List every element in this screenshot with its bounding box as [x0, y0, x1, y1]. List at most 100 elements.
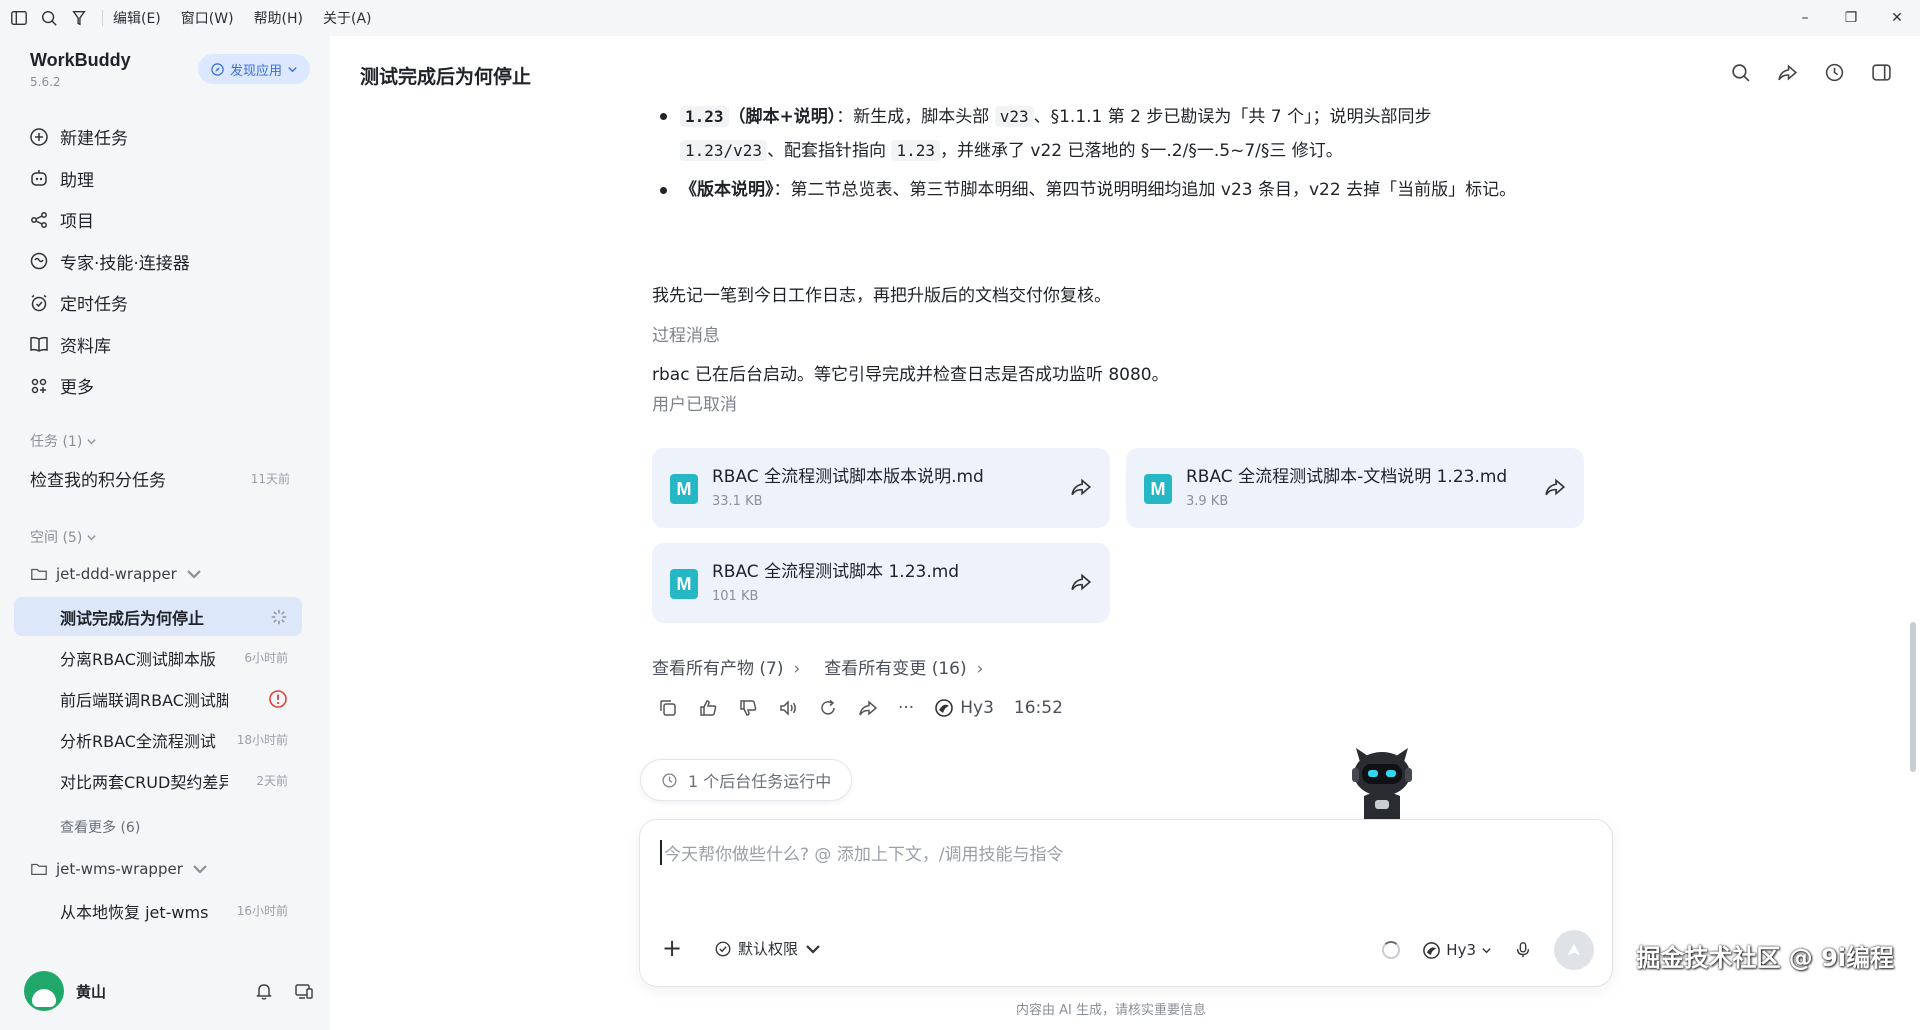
send-button[interactable]	[1554, 930, 1594, 970]
conversation-item[interactable]: 分析RBAC全流程测试 18小时前	[14, 720, 302, 759]
user-actions	[254, 981, 314, 1001]
user-name: 黄山	[76, 982, 107, 1001]
conversation-time: 18小时前	[236, 733, 288, 747]
message-composer: 今天帮你做些什么? @ 添加上下文，/调用技能与指令 + 默认权限 Hy3	[639, 819, 1613, 987]
conversation-item[interactable]: 对比两套CRUD契约差异 2天前	[14, 761, 302, 800]
share-icon[interactable]	[858, 698, 878, 718]
history-icon[interactable]	[1824, 62, 1845, 83]
view-changes-link[interactable]: 查看所有变更 (16) ›	[824, 654, 983, 679]
tasks-section-header[interactable]: 任务 (1)	[30, 431, 97, 451]
model-logo-icon	[1423, 941, 1441, 959]
robot-mascot-icon[interactable]	[1342, 744, 1422, 820]
microphone-icon[interactable]	[1514, 940, 1532, 960]
menu-window[interactable]: 窗口(W)	[181, 8, 234, 28]
avatar[interactable]	[24, 971, 64, 1011]
discover-apps-button[interactable]: 发现应用	[198, 54, 311, 84]
conversation-item[interactable]: 分离RBAC测试脚本版 6小时前	[14, 638, 302, 677]
ai-disclaimer: 内容由 AI 生成，请核实重要信息	[1016, 1003, 1206, 1018]
cancelled-label: 用户已取消	[652, 395, 737, 415]
process-label[interactable]: 过程消息	[652, 321, 720, 346]
close-button[interactable]: ✕	[1874, 0, 1920, 36]
composer-input[interactable]: 今天帮你做些什么? @ 添加上下文，/调用技能与指令	[660, 840, 1064, 865]
nav-projects[interactable]: 项目	[0, 199, 330, 241]
add-attachment-button[interactable]: +	[662, 934, 682, 962]
nav-label: 助理	[60, 170, 94, 191]
model-name: Hy3	[960, 698, 994, 718]
user-area: 黄山	[24, 966, 314, 1016]
folder-icon	[31, 568, 47, 581]
share-icon[interactable]	[1070, 571, 1092, 593]
conversation-item-active[interactable]: 测试完成后为何停止	[14, 597, 302, 636]
file-card[interactable]: M RBAC 全流程测试脚本-文档说明 1.23.md 3.9 KB	[1126, 448, 1584, 528]
file-card[interactable]: M RBAC 全流程测试脚本版本说明.md 33.1 KB	[652, 448, 1110, 528]
bold-text: （脚本+说明）	[728, 107, 837, 127]
sidebar-toggle-icon[interactable]	[8, 7, 30, 29]
menu-separator	[102, 10, 103, 26]
nav-new-task[interactable]: 新建任务	[0, 116, 330, 158]
folder-icon	[31, 863, 47, 876]
message-actions: ··· Hy3 16:52	[658, 698, 1063, 718]
conversation-time: 6小时前	[244, 651, 288, 665]
file-name: RBAC 全流程测试脚本版本说明.md	[712, 467, 984, 487]
menu-about[interactable]: 关于(A)	[323, 8, 372, 28]
nav-label: 资料库	[60, 336, 111, 357]
conversation-title: 对比两套CRUD契约差异	[60, 772, 228, 792]
top-actions	[1730, 62, 1892, 83]
nav-scheduled-tasks[interactable]: 定时任务	[0, 282, 330, 324]
app-version: 5.6.2	[30, 75, 61, 89]
refresh-icon[interactable]	[818, 698, 838, 718]
share-icon[interactable]	[1777, 62, 1798, 83]
file-card[interactable]: M RBAC 全流程测试脚本 1.23.md 101 KB	[652, 543, 1110, 623]
bullet-text: ：第二节总览表、第三节脚本明细、第四节说明明细均追加 v23 条目，v22 去掉…	[773, 180, 1517, 200]
nav-library[interactable]: 资料库	[0, 324, 330, 366]
model-logo-icon	[935, 699, 954, 717]
app-name: WorkBuddy	[30, 50, 131, 70]
conversation-title: 分离RBAC测试脚本版	[60, 649, 216, 669]
filter-icon[interactable]	[68, 7, 90, 29]
conversation-item[interactable]: 前后端联调RBAC测试脚本	[14, 679, 302, 718]
nav-more[interactable]: 更多	[0, 365, 330, 407]
space-folder-jet-wms-wrapper[interactable]: jet-wms-wrapper	[30, 860, 209, 878]
search-icon[interactable]	[1730, 62, 1751, 83]
share-icon[interactable]	[1070, 476, 1092, 498]
book-icon	[28, 333, 50, 355]
view-artifacts-link[interactable]: 查看所有产物 (7) ›	[652, 654, 800, 679]
nav-assistant[interactable]: 助理	[0, 158, 330, 200]
panel-toggle-icon[interactable]	[1871, 62, 1892, 83]
thumbs-up-icon[interactable]	[698, 698, 718, 718]
minimize-button[interactable]: –	[1782, 0, 1828, 36]
markdown-file-icon: M	[1144, 474, 1172, 504]
conversation-time: 2天前	[256, 774, 288, 788]
background-task-label: 1 个后台任务运行中	[688, 772, 832, 791]
thumbs-down-icon[interactable]	[738, 698, 758, 718]
scrollbar[interactable]	[1910, 132, 1916, 792]
conversation-item[interactable]: 从本地恢复 jet-wms 16小时前	[14, 891, 302, 930]
search-icon[interactable]	[38, 7, 60, 29]
model-selector[interactable]: Hy3	[1422, 941, 1492, 960]
restore-button[interactable]: ❐	[1828, 0, 1874, 36]
view-changes-label: 查看所有变更 (16)	[824, 659, 967, 679]
more-options-button[interactable]: ···	[898, 698, 914, 718]
permission-label: 默认权限	[738, 940, 799, 958]
devices-icon[interactable]	[294, 981, 314, 1001]
menu-edit[interactable]: 编辑(E)	[113, 8, 161, 28]
spaces-section-header[interactable]: 空间 (5)	[30, 527, 97, 547]
bullet-item: 1.23 （脚本+说明）：新生成，脚本头部 v23 、§1.1.1 第 2 步已勘误…	[652, 100, 1552, 168]
inline-code: 1.23/v23	[680, 140, 768, 161]
share-icon[interactable]	[1544, 476, 1566, 498]
nav-experts[interactable]: 专家·技能·连接器	[0, 241, 330, 283]
message-paragraph: rbac 已在后台启动。等它引导完成并检查日志是否成功监听 8080。	[652, 365, 1169, 385]
menu-help[interactable]: 帮助(H)	[254, 8, 303, 28]
permission-dropdown[interactable]: 默认权限	[714, 938, 822, 959]
model-selector-label: Hy3	[1446, 941, 1476, 959]
file-size: 3.9 KB	[1186, 494, 1229, 509]
speaker-icon[interactable]	[778, 698, 798, 718]
copy-icon[interactable]	[658, 698, 678, 718]
see-more-link[interactable]: 查看更多 (6)	[60, 817, 140, 837]
background-task-pill[interactable]: 1 个后台任务运行中	[640, 759, 853, 801]
model-tag: Hy3	[934, 698, 994, 718]
bell-icon[interactable]	[254, 981, 274, 1001]
space-folder-jet-ddd-wrapper[interactable]: jet-ddd-wrapper	[30, 565, 203, 583]
task-item[interactable]: 检查我的积分任务 11天前	[30, 466, 290, 491]
scrollbar-thumb[interactable]	[1910, 622, 1916, 772]
